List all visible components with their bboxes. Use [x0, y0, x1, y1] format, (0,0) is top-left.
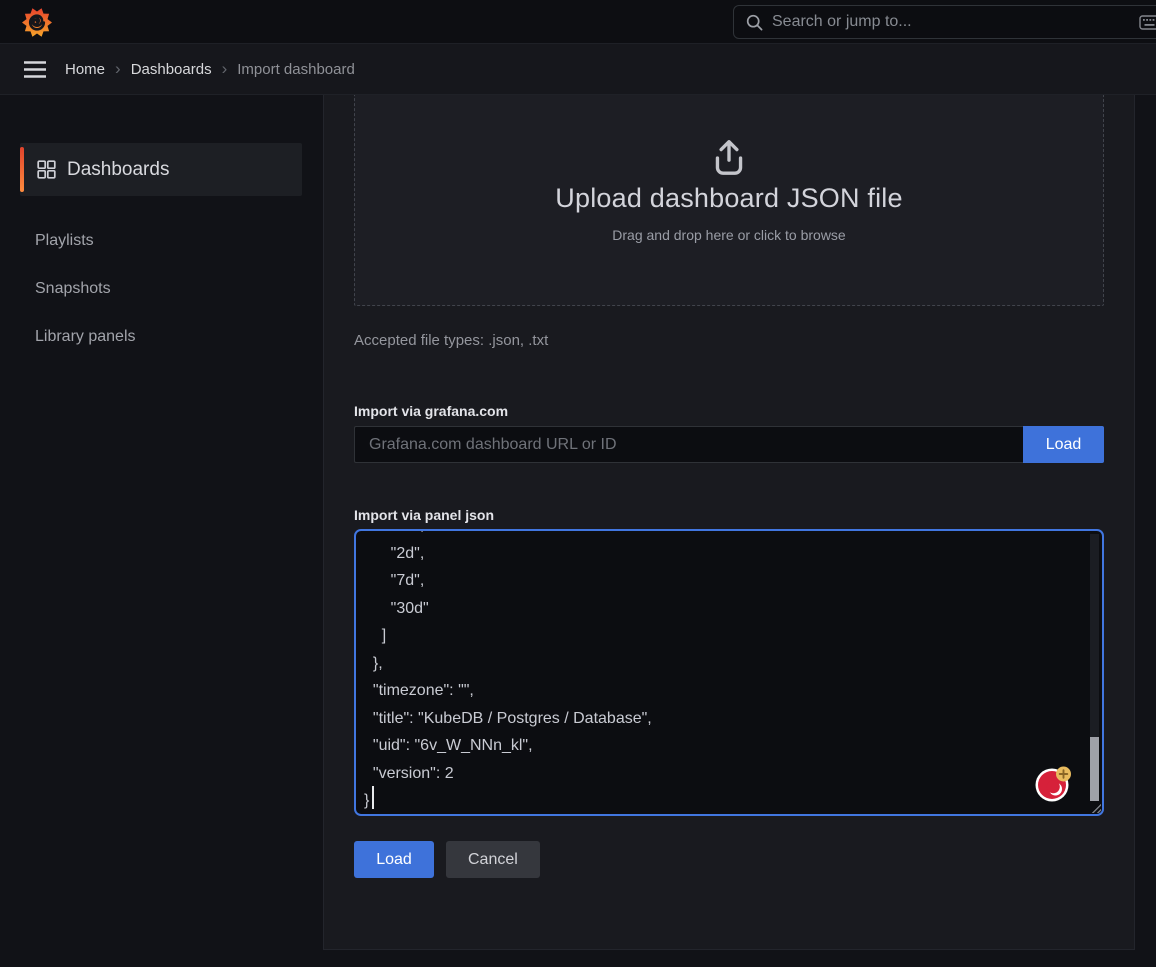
- upload-dropzone[interactable]: Upload dashboard JSON file Drag and drop…: [354, 95, 1104, 306]
- search-icon: [746, 14, 763, 31]
- upload-subtitle: Drag and drop here or click to browse: [612, 227, 845, 243]
- gcom-import-label: Import via grafana.com: [354, 403, 1104, 419]
- panel-json-content: "1d", "2d", "7d", "30d" ] }, "timezone":…: [364, 529, 1082, 815]
- keyboard-icon: [1139, 15, 1156, 30]
- upload-icon: [710, 137, 748, 179]
- breadcrumb: Home › Dashboards › Import dashboard: [65, 60, 355, 79]
- sidebar-item-label: Dashboards: [67, 159, 169, 181]
- import-dashboard-panel: Upload dashboard JSON file Drag and drop…: [323, 95, 1135, 950]
- cancel-button[interactable]: Cancel: [446, 841, 540, 878]
- grafana-logo-icon[interactable]: [21, 6, 53, 38]
- panel-json-label: Import via panel json: [354, 507, 1104, 523]
- breadcrumb-dashboards[interactable]: Dashboards: [131, 61, 212, 78]
- search-placeholder: Search or jump to...: [772, 13, 912, 31]
- top-bar: Search or jump to... ctrl+k: [0, 0, 1156, 44]
- chevron-right-icon: ›: [115, 60, 121, 79]
- sidebar-item-snapshots[interactable]: Snapshots: [0, 265, 323, 313]
- breadcrumb-home[interactable]: Home: [65, 61, 105, 78]
- text-caret: [372, 786, 374, 809]
- sidebar: Dashboards Playlists Snapshots Library p…: [0, 95, 323, 967]
- search-input[interactable]: Search or jump to... ctrl+k: [733, 5, 1156, 39]
- sidebar-sub-items: Playlists Snapshots Library panels: [0, 217, 323, 361]
- breadcrumb-bar: Home › Dashboards › Import dashboard: [0, 44, 1156, 95]
- accepted-file-types: Accepted file types: .json, .txt: [354, 332, 1104, 349]
- extension-badge-icon[interactable]: [1034, 765, 1072, 803]
- dashboards-grid-icon: [37, 160, 56, 179]
- chevron-right-icon: ›: [222, 60, 228, 79]
- gcom-import-row: Load: [354, 426, 1104, 463]
- sidebar-item-dashboards[interactable]: Dashboards: [20, 143, 302, 196]
- active-indicator: [20, 147, 24, 192]
- form-actions: Load Cancel: [354, 841, 1104, 878]
- upload-title: Upload dashboard JSON file: [555, 183, 902, 214]
- sidebar-item-playlists[interactable]: Playlists: [0, 217, 323, 265]
- search-shortcut-hint: ctrl+k: [1139, 14, 1156, 30]
- gcom-url-input[interactable]: [354, 426, 1023, 463]
- gcom-load-button[interactable]: Load: [1023, 426, 1104, 463]
- hamburger-icon: [23, 60, 47, 79]
- breadcrumb-current: Import dashboard: [237, 61, 355, 78]
- panel-json-textarea[interactable]: "1d", "2d", "7d", "30d" ] }, "timezone":…: [354, 529, 1104, 816]
- sidebar-item-library-panels[interactable]: Library panels: [0, 313, 323, 361]
- load-button[interactable]: Load: [354, 841, 434, 878]
- textarea-resize-handle-icon[interactable]: [1090, 802, 1101, 813]
- menu-toggle-button[interactable]: [21, 55, 49, 83]
- textarea-scrollbar-thumb[interactable]: [1090, 737, 1099, 801]
